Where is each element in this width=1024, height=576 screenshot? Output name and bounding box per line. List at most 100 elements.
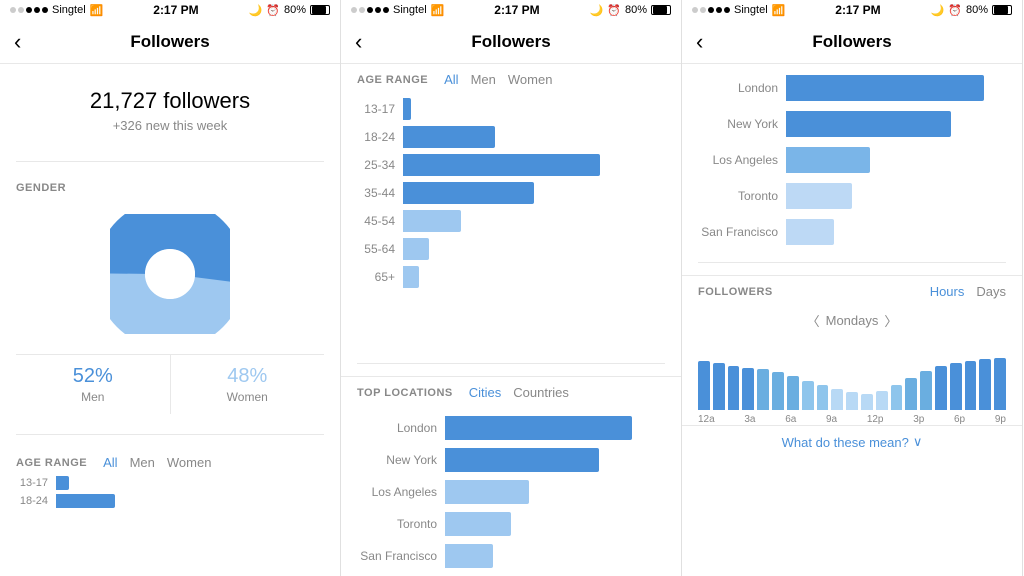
battery-pct-1: 80% [284, 4, 306, 16]
age-range-section-1: AGE RANGE All Men Women [0, 447, 340, 470]
age-tab-women-2[interactable]: Women [508, 72, 553, 87]
loc-tabs: Cities Countries [469, 385, 569, 400]
mini-bars: 13-17 18-24 [0, 470, 340, 510]
back-button-1[interactable]: ‹ [14, 29, 21, 55]
back-button-2[interactable]: ‹ [355, 29, 362, 55]
hour-bar [787, 376, 799, 410]
followers-new: +326 new this week [16, 118, 324, 133]
hour-bar [891, 385, 903, 410]
city-bar-newyork-3: New York [682, 106, 1022, 142]
hour-bar [817, 385, 829, 410]
age-range-section-2: AGE RANGE All Men Women [341, 64, 681, 87]
hour-bar [979, 359, 991, 410]
battery-pct-3: 80% [966, 4, 988, 16]
divider-p2 [357, 363, 665, 364]
pie-svg [110, 214, 230, 334]
men-stat: 52% Men [16, 355, 171, 414]
loc-tab-countries[interactable]: Countries [513, 385, 569, 400]
hour-labels: 12a 3a 6a 9a 12p 3p 6p 9p [682, 414, 1022, 425]
moon-icon-3: 🌙 [931, 4, 945, 17]
signal-1 [10, 7, 48, 13]
time-tab-days[interactable]: Days [976, 284, 1006, 299]
women-stat: 48% Women [171, 355, 325, 414]
mondays-row: 〈 Mondays 〉 [682, 307, 1022, 334]
hour-bar [742, 368, 754, 410]
city-bar-toronto-3: Toronto [682, 178, 1022, 214]
top-cities-partial: London New York Los Angeles Toronto San … [682, 64, 1022, 250]
age-tab-men-2[interactable]: Men [471, 72, 496, 87]
followers-count: 21,727 followers [16, 88, 324, 114]
loc-bar-toronto: Toronto [341, 508, 681, 540]
age-bar-3544: 35-44 [341, 179, 681, 207]
wifi-icon-1: 📶 [90, 4, 104, 17]
time-tabs: Hours Days [930, 284, 1006, 299]
nav-bar-1: ‹ Followers [0, 20, 340, 64]
hour-bar [713, 363, 725, 410]
hour-bar [950, 363, 962, 410]
mondays-label: Mondays [826, 313, 879, 328]
age-bar-1824: 18-24 [341, 123, 681, 151]
city-bar-losangeles-3: Los Angeles [682, 142, 1022, 178]
carrier-3: Singtel [734, 4, 768, 16]
gender-section: 52% Men 48% Women [0, 198, 340, 422]
age-tab-all-2[interactable]: All [444, 72, 458, 87]
pie-chart [110, 214, 230, 334]
age-bar-4554: 45-54 [341, 207, 681, 235]
nav-title-3: Followers [812, 32, 891, 52]
status-bar-1: Singtel 📶 2:17 PM 🌙 ⏰ 80% [0, 0, 340, 20]
hour-bar [757, 369, 769, 410]
location-bars: London New York Los Angeles Toronto San … [341, 408, 681, 576]
top-loc-title: TOP LOCATIONS [357, 387, 453, 399]
loc-tab-cities[interactable]: Cities [469, 385, 502, 400]
signal-2 [351, 7, 389, 13]
moon-icon-1: 🌙 [249, 4, 263, 17]
status-bar-2: Singtel 📶 2:17 PM 🌙 ⏰ 80% [341, 0, 681, 20]
hour-bar [861, 394, 873, 410]
battery-bar-3 [992, 5, 1012, 15]
age-tabs-2: All Men Women [444, 72, 552, 87]
age-tabs-1: All Men Women [103, 455, 211, 470]
age-tab-women-1[interactable]: Women [167, 455, 212, 470]
age-range-title-2: AGE RANGE [357, 74, 428, 86]
what-mean-row[interactable]: What do these mean? ∨ [682, 425, 1022, 458]
age-bars-section: 13-17 18-24 25-34 35-44 45-54 55-64 65+ [341, 87, 681, 351]
panel-3: Singtel 📶 2:17 PM 🌙 ⏰ 80% ‹ Followers Lo… [682, 0, 1023, 576]
alarm-icon-1: ⏰ [266, 4, 280, 17]
carrier-1: Singtel [52, 4, 86, 16]
men-label: Men [24, 390, 162, 404]
age-tab-men-1[interactable]: Men [130, 455, 155, 470]
men-pct: 52% [24, 365, 162, 388]
gender-labels: 52% Men 48% Women [16, 354, 324, 414]
followers-section-header: FOLLOWERS Hours Days [682, 275, 1022, 307]
chevron-right-icon[interactable]: 〉 [884, 311, 897, 330]
nav-bar-3: ‹ Followers [682, 20, 1022, 64]
age-bar-65plus: 65+ [341, 263, 681, 291]
age-bar-1317: 13-17 [341, 95, 681, 123]
hour-bar [728, 366, 740, 410]
what-mean-label: What do these mean? [782, 435, 909, 450]
gender-title: GENDER [0, 174, 340, 198]
time-tab-hours[interactable]: Hours [930, 284, 965, 299]
battery-bar-1 [310, 5, 330, 15]
city-bar-london-3: London [682, 70, 1022, 106]
time-3: 2:17 PM [835, 3, 880, 17]
hour-bar [846, 392, 858, 410]
hours-chart [682, 334, 1022, 414]
mini-bar-row-1824: 18-24 [16, 492, 324, 510]
hour-bar [698, 361, 710, 410]
hour-bar [920, 371, 932, 410]
divider-1 [16, 161, 324, 162]
wifi-icon-3: 📶 [772, 4, 786, 17]
battery-pct-2: 80% [625, 4, 647, 16]
back-button-3[interactable]: ‹ [696, 29, 703, 55]
hour-bar [965, 361, 977, 410]
loc-bar-losangeles: Los Angeles [341, 476, 681, 508]
age-tab-all-1[interactable]: All [103, 455, 117, 470]
signal-3 [692, 7, 730, 13]
hour-bar [802, 381, 814, 410]
divider-2 [16, 434, 324, 435]
panel-2: Singtel 📶 2:17 PM 🌙 ⏰ 80% ‹ Followers AG… [341, 0, 682, 576]
chevron-left-icon[interactable]: 〈 [807, 311, 820, 330]
carrier-2: Singtel [393, 4, 427, 16]
nav-bar-2: ‹ Followers [341, 20, 681, 64]
